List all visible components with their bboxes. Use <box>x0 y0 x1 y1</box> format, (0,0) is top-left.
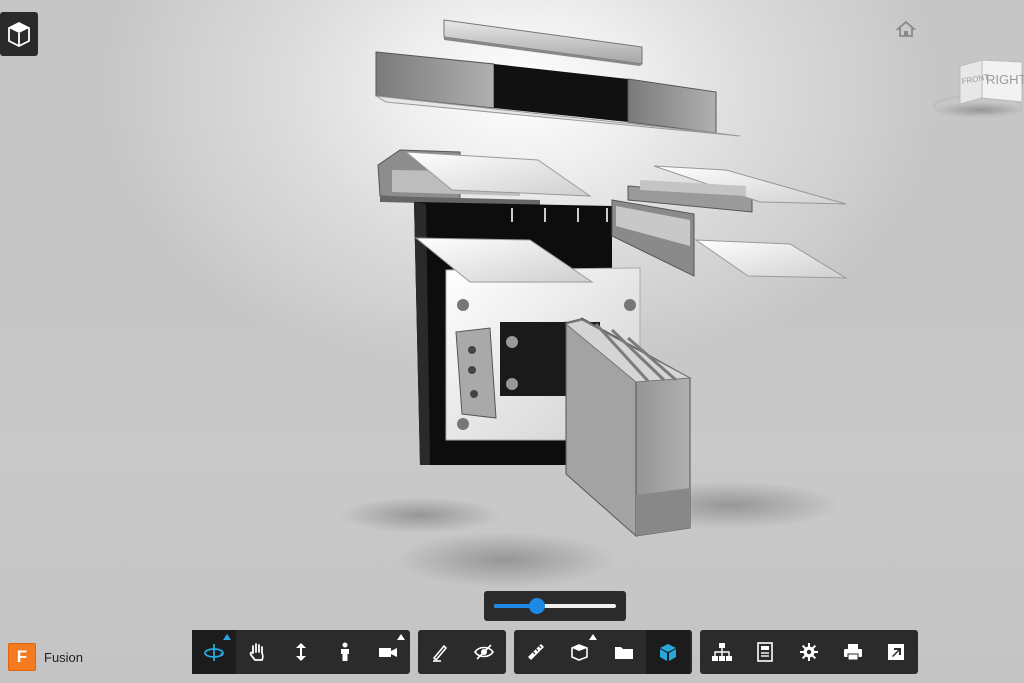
settings-icon <box>799 643 818 661</box>
viewcube[interactable]: FRONT RIGHT <box>928 48 1024 128</box>
slider-thumb[interactable] <box>528 598 545 614</box>
left-channel[interactable] <box>377 149 592 206</box>
right-lower-channel[interactable] <box>611 199 848 279</box>
shadow <box>340 497 500 533</box>
explode-icon <box>571 644 588 661</box>
viewport[interactable]: FRONT RIGHT F Fusion <box>0 0 1024 683</box>
explode-slider-panel <box>484 591 626 621</box>
properties-icon <box>757 642 774 662</box>
toolbar-analysis <box>514 630 692 674</box>
shadow <box>395 532 615 588</box>
top-channel[interactable] <box>375 51 741 137</box>
first-person-icon <box>340 642 349 661</box>
zoom-icon <box>295 643 306 661</box>
measure-icon <box>528 644 544 660</box>
brand: F Fusion <box>8 643 83 671</box>
home-icon[interactable] <box>896 20 916 38</box>
explode-slider[interactable] <box>494 598 616 614</box>
camera-button[interactable] <box>366 630 410 674</box>
top-rail[interactable] <box>443 19 643 66</box>
right-upper-channel[interactable] <box>627 165 847 213</box>
print-icon <box>843 644 862 661</box>
extrusion-profile[interactable] <box>564 317 692 538</box>
fusion-logo: F <box>8 643 36 671</box>
structure-icon <box>711 643 732 661</box>
model-browser-icon <box>615 647 633 659</box>
orbit-icon <box>203 644 224 661</box>
zoom-button[interactable] <box>279 630 323 674</box>
properties-cube-button[interactable] <box>646 630 690 674</box>
properties-button[interactable] <box>744 630 788 674</box>
markup-icon <box>432 644 448 662</box>
viewcube-right-label: RIGHT <box>986 72 1024 87</box>
orbit-button[interactable] <box>192 630 236 674</box>
pan-button[interactable] <box>236 630 280 674</box>
toolbar-markup <box>418 630 506 674</box>
print-button[interactable] <box>831 630 875 674</box>
cube-icon <box>8 21 30 48</box>
first-person-button[interactable] <box>323 630 367 674</box>
bracket[interactable] <box>455 327 497 419</box>
fullscreen-icon <box>888 644 905 660</box>
explode-button[interactable] <box>558 630 602 674</box>
exploded-model[interactable] <box>0 0 1024 683</box>
markup-button[interactable] <box>418 630 462 674</box>
structure-button[interactable] <box>700 630 744 674</box>
settings-button[interactable] <box>787 630 831 674</box>
model-browser-button[interactable] <box>602 630 646 674</box>
camera-icon <box>379 648 398 657</box>
visibility-icon <box>474 644 494 660</box>
visibility-button[interactable] <box>462 630 506 674</box>
measure-button[interactable] <box>514 630 558 674</box>
properties-cube-icon <box>660 644 676 661</box>
pan-icon <box>250 643 265 661</box>
brand-name: Fusion <box>44 649 84 665</box>
model-view-button[interactable] <box>0 12 38 56</box>
fullscreen-button[interactable] <box>874 630 918 674</box>
toolbar-view <box>700 630 918 674</box>
toolbar-navigation <box>192 630 410 674</box>
